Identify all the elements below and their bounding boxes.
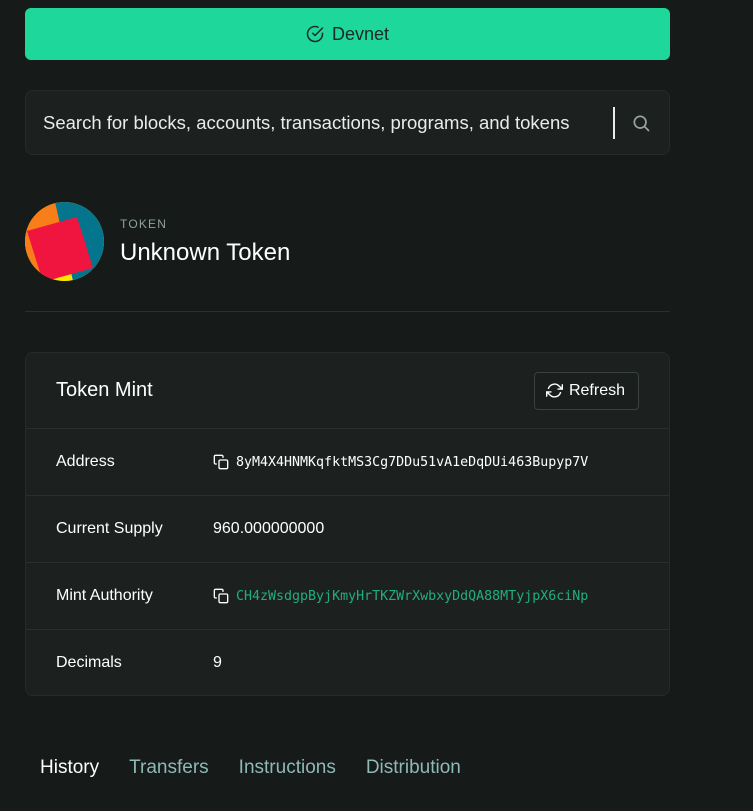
header-divider [25, 311, 670, 312]
tab-instructions[interactable]: Instructions [239, 757, 336, 779]
card-title: Token Mint [56, 379, 153, 401]
card-header: Token Mint Refresh [26, 353, 669, 429]
token-kicker: TOKEN [120, 216, 168, 231]
refresh-button[interactable]: Refresh [533, 371, 639, 410]
refresh-icon [545, 383, 563, 398]
refresh-label: Refresh [568, 381, 625, 399]
current-supply-value: 960.000000000 [213, 520, 325, 537]
table-row-address: Address 8yM4X4HNMKqfktMS3Cg7DDu51vA1eDqD… [26, 429, 669, 496]
mint-authority-link[interactable]: CH4zWsdgpByjKmyHrTKZWrXwbxyDdQA88MTyjpX6… [236, 589, 588, 604]
tab-transfers[interactable]: Transfers [129, 757, 209, 779]
row-label: Decimals [56, 654, 122, 671]
copy-icon[interactable] [213, 454, 229, 470]
token-header: TOKEN Unknown Token [25, 202, 290, 281]
search-input[interactable] [26, 90, 613, 155]
token-identicon [25, 202, 104, 281]
row-label: Mint Authority [56, 587, 153, 604]
row-label: Address [56, 453, 115, 470]
token-mint-card: Token Mint Refresh Address 8yM4X4HNMKqfk… [25, 352, 670, 696]
tab-history[interactable]: History [40, 757, 99, 779]
tab-distribution[interactable]: Distribution [366, 757, 461, 779]
table-row-current-supply: Current Supply 960.000000000 [26, 496, 669, 563]
address-value: 8yM4X4HNMKqfktMS3Cg7DDu51vA1eDqDUi463Bup… [236, 454, 589, 470]
search-bar [25, 90, 670, 155]
search-icon[interactable] [631, 113, 651, 133]
table-row-decimals: Decimals 9 [26, 630, 669, 695]
token-page: Devnet TOKEN Unknown Token Token Mint [0, 0, 753, 811]
copy-icon[interactable] [213, 588, 229, 604]
tab-bar: History Transfers Instructions Distribut… [40, 757, 491, 779]
cluster-devnet-button[interactable]: Devnet [25, 8, 670, 60]
search-separator [613, 106, 615, 139]
table-row-mint-authority: Mint Authority CH4zWsdgpByjKmyHrTKZWrXwb… [26, 563, 669, 630]
check-circle-icon [306, 25, 324, 43]
token-name: Unknown Token [120, 238, 291, 266]
decimals-value: 9 [213, 654, 222, 671]
cluster-label: Devnet [331, 23, 390, 44]
row-label: Current Supply [56, 520, 163, 537]
